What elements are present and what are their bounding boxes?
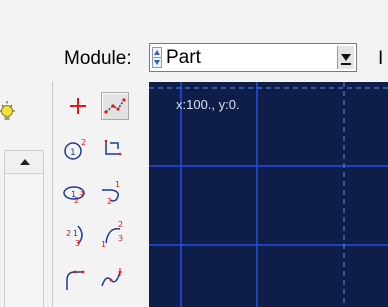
scrollbar-up-button[interactable] <box>4 150 44 174</box>
svg-text:3: 3 <box>75 239 80 248</box>
sketch-grid <box>149 82 388 307</box>
svg-text:3: 3 <box>79 188 84 197</box>
create-arc-tangent-tool[interactable]: 1 2 <box>98 178 126 206</box>
module-select-value: Part <box>166 47 201 68</box>
module-select[interactable]: Part <box>149 43 357 72</box>
create-arc-tangent-icon: 1 2 <box>102 180 120 206</box>
svg-text:1: 1 <box>73 229 78 238</box>
create-isolated-point-icon <box>70 98 86 114</box>
svg-text:2: 2 <box>74 196 79 205</box>
create-lines-rectangle-icon <box>104 139 122 156</box>
svg-text:1: 1 <box>70 148 76 158</box>
create-arc-three-points-tool[interactable]: 1 2 3 <box>98 220 126 249</box>
sketch-toolbox: 1 2 1 3 2 1 2 2 1 3 1 2 3 <box>53 82 149 307</box>
create-arc-three-points-icon: 1 2 3 <box>101 220 123 249</box>
create-lines-connected-tool[interactable] <box>101 92 129 120</box>
create-isolated-point-tool[interactable] <box>64 92 92 120</box>
create-fillet-tool[interactable] <box>61 264 89 292</box>
create-arc-center-tool[interactable]: 2 1 3 <box>61 221 89 249</box>
module-label: Module: <box>64 48 132 69</box>
create-lines-connected-icon <box>104 98 126 114</box>
svg-text:2: 2 <box>118 221 123 229</box>
create-spline-tool[interactable] <box>98 264 126 292</box>
module-bar-truncated-label: I <box>378 48 384 69</box>
arrow-up-icon <box>20 159 30 165</box>
create-rectangle-tool[interactable] <box>98 135 126 163</box>
create-spline-icon <box>101 268 122 287</box>
svg-text:2: 2 <box>107 197 112 206</box>
lightbulb-icon[interactable] <box>0 100 16 128</box>
module-spinner-icon[interactable] <box>152 47 162 68</box>
create-arc-center-endpoints-icon: 2 1 3 <box>66 225 83 248</box>
module-dropdown-button[interactable] <box>337 46 354 69</box>
chevron-down-icon <box>341 54 351 65</box>
scrollbar-track[interactable] <box>4 174 44 307</box>
coordinate-readout: x:100., y:0. <box>176 97 240 112</box>
svg-text:3: 3 <box>118 234 123 243</box>
svg-text:2: 2 <box>81 138 86 147</box>
create-circle-center-perimeter-icon: 1 2 <box>64 138 86 160</box>
svg-text:2: 2 <box>66 229 71 238</box>
create-fillet-icon <box>66 270 85 290</box>
svg-text:1: 1 <box>115 180 120 189</box>
top-strip <box>0 0 388 30</box>
sketch-viewport[interactable]: x:100., y:0. <box>149 82 388 307</box>
create-circle-tool[interactable]: 1 2 <box>61 135 89 163</box>
svg-text:1: 1 <box>101 240 106 249</box>
create-ellipse-tool[interactable]: 1 3 2 <box>61 178 89 206</box>
create-ellipse-icon: 1 3 2 <box>63 186 85 205</box>
